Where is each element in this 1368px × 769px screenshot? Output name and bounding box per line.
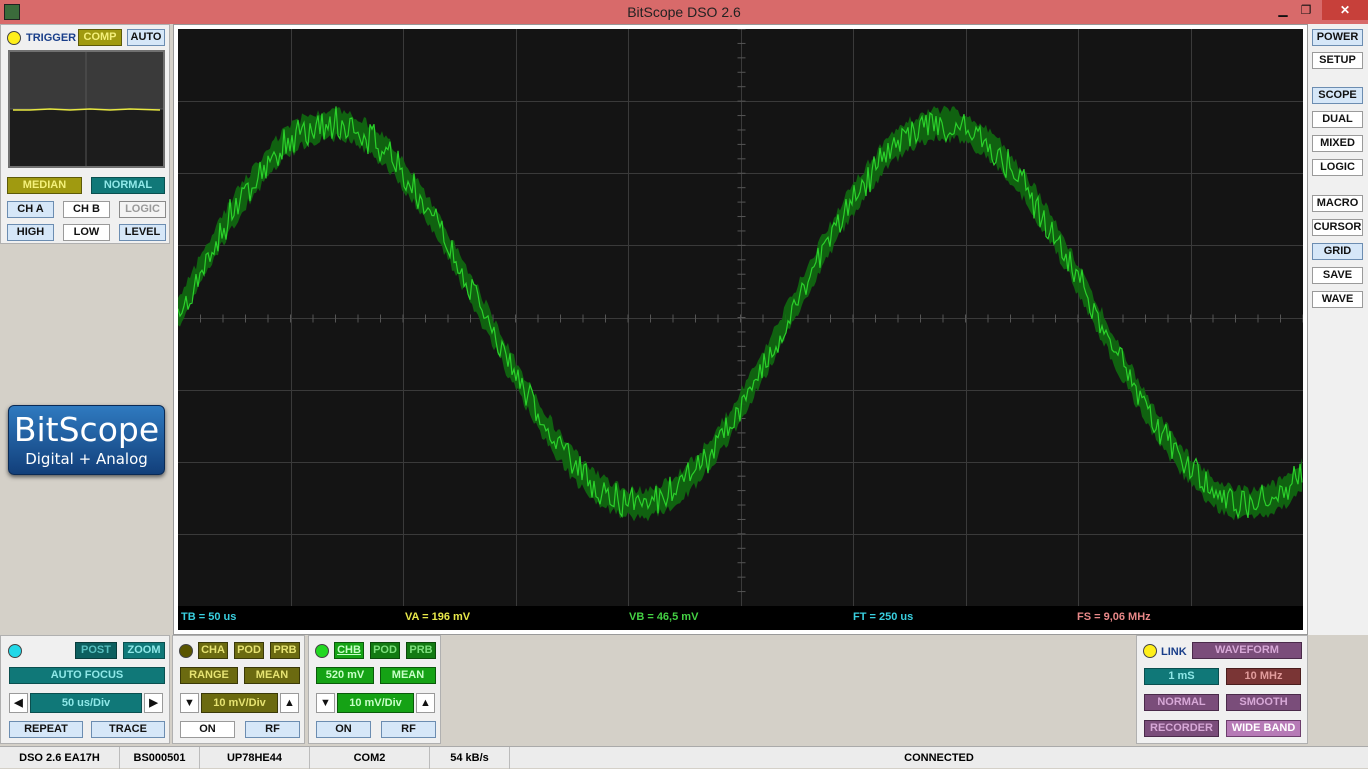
timebase-decrease-button[interactable]: ◀ — [9, 693, 28, 713]
grid-button[interactable]: GRID — [1312, 243, 1363, 260]
chb-led[interactable] — [315, 644, 329, 658]
status-bar: DSO 2.6 EA17H BS000501 UP78HE44 COM2 54 … — [0, 746, 1368, 769]
window-title: BitScope DSO 2.6 — [627, 4, 741, 20]
cha-rf-button[interactable]: RF — [245, 721, 300, 738]
timebase-led[interactable] — [8, 644, 22, 658]
chb-scale-down-button[interactable]: ▼ — [316, 693, 335, 713]
trigger-led[interactable] — [7, 31, 21, 45]
timebase-readout: TB = 50 us — [181, 611, 237, 623]
data-rate-status: 54 kB/s — [430, 747, 510, 769]
cha-trigger-button[interactable]: CH A — [7, 201, 54, 218]
trigger-label: TRIGGER — [26, 32, 77, 44]
port-status: COM2 — [310, 747, 430, 769]
restore-button[interactable]: ❐ — [1294, 0, 1318, 20]
cha-mean-button[interactable]: MEAN — [244, 667, 300, 684]
frequency-button[interactable]: 10 MHz — [1226, 668, 1301, 685]
high-button[interactable]: HIGH — [7, 224, 54, 241]
mixed-button[interactable]: MIXED — [1312, 135, 1363, 152]
logic-button[interactable]: LOGIC — [1312, 159, 1363, 176]
comp-button[interactable]: COMP — [78, 29, 122, 46]
chb-on-button[interactable]: ON — [316, 721, 371, 738]
trigger-panel: TRIGGER COMP AUTO MEDIAN NORMAL CH A CH … — [0, 24, 170, 244]
auto-focus-button[interactable]: AUTO FOCUS — [9, 667, 165, 684]
cursor-button[interactable]: CURSOR — [1312, 219, 1363, 236]
timebase-panel: POST ZOOM AUTO FOCUS ◀ 50 us/Div ▶ REPEA… — [0, 635, 170, 744]
serial-status: BS000501 — [120, 747, 200, 769]
chb-trigger-button[interactable]: CH B — [63, 201, 110, 218]
power-button[interactable]: POWER — [1312, 29, 1363, 46]
logo-title: BitScope — [13, 410, 160, 449]
chb-scale-value[interactable]: 10 mV/Div — [337, 693, 414, 713]
scope-display: TB = 50 us VA = 196 mV VB = 46,5 mV FT =… — [173, 24, 1308, 635]
link-led[interactable] — [1143, 644, 1157, 658]
post-button[interactable]: POST — [75, 642, 117, 659]
repeat-button[interactable]: REPEAT — [9, 721, 83, 738]
connection-status: CONNECTED — [904, 752, 974, 764]
channel-b-trace — [178, 106, 1303, 520]
cha-scale-up-button[interactable]: ▲ — [280, 693, 299, 713]
cha-pod-button[interactable]: POD — [234, 642, 264, 659]
minimize-button[interactable]: ▁ — [1272, 0, 1294, 20]
scope-button[interactable]: SCOPE — [1312, 87, 1363, 104]
link-panel: LINK WAVEFORM 1 mS 10 MHz NORMAL SMOOTH … — [1136, 635, 1308, 744]
channel-a-panel: CHA POD PRB RANGE MEAN ▼ 10 mV/Div ▲ ON … — [172, 635, 305, 744]
normal-mode-button[interactable]: NORMAL — [1144, 694, 1219, 711]
auto-button[interactable]: AUTO — [127, 29, 165, 46]
readout-bar: TB = 50 us VA = 196 mV VB = 46,5 mV FT =… — [178, 606, 1303, 630]
channel-b-panel: CHB POD PRB 520 mV MEAN ▼ 10 mV/Div ▲ ON… — [308, 635, 441, 744]
va-readout: VA = 196 mV — [405, 611, 471, 623]
cha-range-button[interactable]: RANGE — [180, 667, 238, 684]
chb-scale-up-button[interactable]: ▲ — [416, 693, 435, 713]
waveform-plot — [178, 29, 1303, 606]
title-bar: BitScope DSO 2.6 ▁ ❐ ✕ — [0, 0, 1368, 24]
cha-on-button[interactable]: ON — [180, 721, 235, 738]
chb-mean-button[interactable]: MEAN — [380, 667, 436, 684]
cha-prb-button[interactable]: PRB — [270, 642, 300, 659]
median-button[interactable]: MEDIAN — [7, 177, 82, 194]
trace-envelope — [178, 105, 1302, 522]
save-button[interactable]: SAVE — [1312, 267, 1363, 284]
setup-button[interactable]: SETUP — [1312, 52, 1363, 69]
right-menu: POWER SETUP SCOPE DUAL MIXED LOGIC MACRO… — [1308, 24, 1368, 635]
timebase-value[interactable]: 50 us/Div — [30, 693, 142, 713]
chb-prb-button[interactable]: PRB — [406, 642, 436, 659]
close-button[interactable]: ✕ — [1322, 0, 1368, 20]
chb-rf-button[interactable]: RF — [381, 721, 436, 738]
trace-button[interactable]: TRACE — [91, 721, 165, 738]
trigger-preview[interactable] — [8, 50, 165, 168]
device-id-status: UP78HE44 — [200, 747, 310, 769]
low-button[interactable]: LOW — [63, 224, 110, 241]
zoom-button[interactable]: ZOOM — [123, 642, 165, 659]
cha-scale-down-button[interactable]: ▼ — [180, 693, 199, 713]
recorder-button[interactable]: RECORDER — [1144, 720, 1219, 737]
macro-button[interactable]: MACRO — [1312, 195, 1363, 212]
ft-readout: FT = 250 us — [853, 611, 914, 623]
timebase-increase-button[interactable]: ▶ — [144, 693, 163, 713]
chb-pod-button[interactable]: POD — [370, 642, 400, 659]
link-label: LINK — [1161, 646, 1187, 658]
cha-scale-value[interactable]: 10 mV/Div — [201, 693, 278, 713]
dual-button[interactable]: DUAL — [1312, 111, 1363, 128]
cha-button[interactable]: CHA — [198, 642, 228, 659]
bitscope-logo: BitScope Digital + Analog — [8, 405, 165, 475]
normal-button[interactable]: NORMAL — [91, 177, 165, 194]
cha-led[interactable] — [179, 644, 193, 658]
period-button[interactable]: 1 mS — [1144, 668, 1219, 685]
oscilloscope-screen[interactable] — [178, 29, 1303, 630]
vb-readout: VB = 46,5 mV — [629, 611, 699, 623]
chb-button[interactable]: CHB — [334, 642, 364, 659]
logo-subtitle: Digital + Analog — [25, 450, 148, 468]
waveform-button[interactable]: WAVEFORM — [1192, 642, 1302, 659]
smooth-button[interactable]: SMOOTH — [1226, 694, 1301, 711]
fs-readout: FS = 9,06 MHz — [1077, 611, 1151, 623]
wide-band-button[interactable]: WIDE BAND — [1226, 720, 1301, 737]
level-button[interactable]: LEVEL — [119, 224, 166, 241]
logic-trigger-button[interactable]: LOGIC — [119, 201, 166, 218]
chb-range-button[interactable]: 520 mV — [316, 667, 374, 684]
wave-button[interactable]: WAVE — [1312, 291, 1363, 308]
version-status: DSO 2.6 EA17H — [0, 747, 120, 769]
